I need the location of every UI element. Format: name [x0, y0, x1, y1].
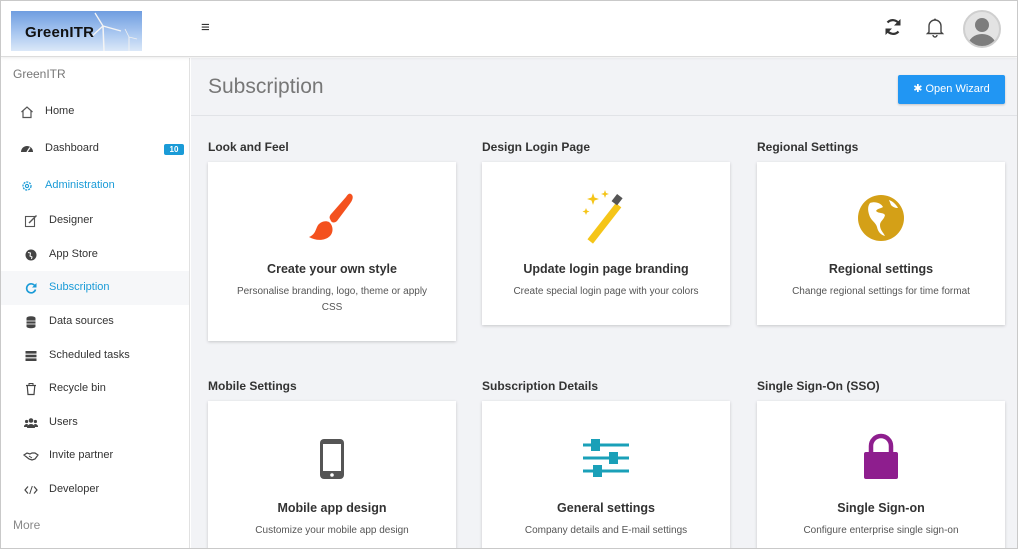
gear-icon	[22, 181, 32, 191]
sidebar-item-home[interactable]: Home	[1, 95, 189, 129]
card-description: Company details and E-mail settings	[524, 525, 688, 536]
sidebar-item-label: Users	[49, 416, 78, 428]
sidebar-item-label: Developer	[49, 483, 100, 495]
sidebar-item-label: Invite partner	[49, 449, 114, 461]
refresh-icon[interactable]	[881, 15, 905, 39]
handshake-icon	[23, 452, 39, 461]
mobile-icon	[320, 439, 344, 479]
home-icon	[21, 106, 33, 119]
sidebar-item-invite-partner[interactable]: Invite partner	[1, 439, 189, 473]
card-regional-settings[interactable]: Regional settings Change regional settin…	[757, 162, 1005, 325]
card-general-settings[interactable]: General settings Company details and E-m…	[482, 401, 730, 548]
sidebar-item-label: Administration	[45, 179, 115, 191]
section-heading-mobile-settings: Mobile Settings	[208, 379, 297, 393]
gear-icon: ✱	[913, 83, 923, 95]
sidebar-item-label: Dashboard	[45, 142, 99, 154]
card-description: Configure enterprise single sign-on	[803, 525, 959, 536]
dashboard-icon	[21, 146, 33, 153]
card-title: Mobile app design	[277, 501, 387, 515]
main-content: Subscription ✱ Open Wizard Look and Feel …	[191, 58, 1017, 548]
greenitr-logo[interactable]: GreenITR	[11, 11, 142, 51]
sidebar-item-data-sources[interactable]: Data sources	[1, 305, 189, 339]
card-title: Update login page branding	[523, 262, 689, 276]
refresh-icon	[25, 283, 37, 294]
menu-icon[interactable]: ≡	[201, 18, 219, 38]
card-description: Change regional settings for time format	[792, 286, 970, 297]
section-heading-regional-settings: Regional Settings	[757, 140, 859, 154]
logo-text: GreenITR	[25, 24, 95, 41]
sidebar-item-label: Scheduled tasks	[49, 349, 130, 361]
card-single-sign-on[interactable]: Single Sign-on Configure enterprise sing…	[757, 401, 1005, 548]
sidebar-item-label: Designer	[49, 214, 94, 226]
code-icon	[24, 485, 38, 495]
card-title: Single Sign-on	[837, 501, 925, 515]
globe-icon	[25, 249, 37, 261]
sidebar-item-label: Data sources	[49, 315, 114, 327]
user-avatar[interactable]	[963, 10, 1001, 48]
section-heading-design-login-page: Design Login Page	[482, 140, 591, 154]
page-title: Subscription	[208, 75, 324, 98]
bell-icon[interactable]	[923, 15, 947, 39]
card-description: Customize your mobile app design	[255, 525, 409, 536]
card-title: Regional settings	[828, 262, 934, 276]
app-window: GreenITR ≡ GreenITR Home Dashboard 10 Ad…	[0, 0, 1018, 549]
card-description: Create special login page with your colo…	[513, 286, 699, 297]
users-icon	[24, 418, 38, 428]
sidebar-item-scheduled-tasks[interactable]: Scheduled tasks	[1, 339, 189, 373]
open-wizard-button[interactable]: ✱ Open Wizard	[898, 75, 1005, 104]
open-wizard-label: Open Wizard	[925, 83, 990, 95]
sidebar-more-link[interactable]: More	[13, 518, 40, 532]
section-heading-look-and-feel: Look and Feel	[208, 140, 289, 154]
page-title-bar: Subscription ✱ Open Wizard	[191, 58, 1017, 116]
card-mobile-app-design[interactable]: Mobile app design Customize your mobile …	[208, 401, 456, 548]
sliders-icon	[583, 439, 629, 477]
card-title: General settings	[557, 501, 655, 515]
sidebar-item-designer[interactable]: Designer	[1, 204, 189, 238]
card-create-your-own-style[interactable]: Create your own style Personalise brandi…	[208, 162, 456, 341]
trash-icon	[26, 383, 36, 396]
paintbrush-icon	[309, 193, 353, 240]
sidebar-item-subscription[interactable]: Subscription	[1, 271, 189, 305]
edit-icon	[24, 215, 37, 228]
sidebar-item-users[interactable]: Users	[1, 406, 189, 440]
dashboard-count-badge: 10	[164, 144, 184, 155]
sidebar-item-label: App Store	[49, 248, 98, 260]
top-header: GreenITR ≡	[1, 1, 1017, 57]
sidebar-item-label: Home	[45, 105, 75, 117]
card-title: Create your own style	[267, 262, 397, 276]
sidebar-item-label: Subscription	[49, 281, 110, 293]
sidebar-item-administration[interactable]: Administration	[1, 169, 189, 203]
lock-icon	[864, 433, 898, 479]
database-icon	[26, 316, 36, 329]
magic-wand-icon	[582, 190, 623, 244]
sidebar-brand: GreenITR	[13, 67, 66, 81]
section-heading-subscription-details: Subscription Details	[482, 379, 599, 393]
card-description: Personalise branding, logo, theme or app…	[236, 286, 428, 313]
globe-americas-icon	[858, 195, 904, 241]
tasks-icon	[25, 351, 37, 361]
sidebar-item-developer[interactable]: Developer	[1, 473, 189, 507]
sidebar-item-recycle-bin[interactable]: Recycle bin	[1, 372, 189, 406]
card-update-login-page-branding[interactable]: Update login page branding Create specia…	[482, 162, 730, 325]
section-heading-single-sign-on: Single Sign-On (SSO)	[757, 379, 880, 393]
sidebar-item-app-store[interactable]: App Store	[1, 238, 189, 272]
sidebar: GreenITR Home Dashboard 10 Administratio…	[1, 58, 190, 548]
sidebar-item-label: Recycle bin	[49, 382, 106, 394]
sidebar-item-dashboard[interactable]: Dashboard 10	[1, 132, 189, 166]
